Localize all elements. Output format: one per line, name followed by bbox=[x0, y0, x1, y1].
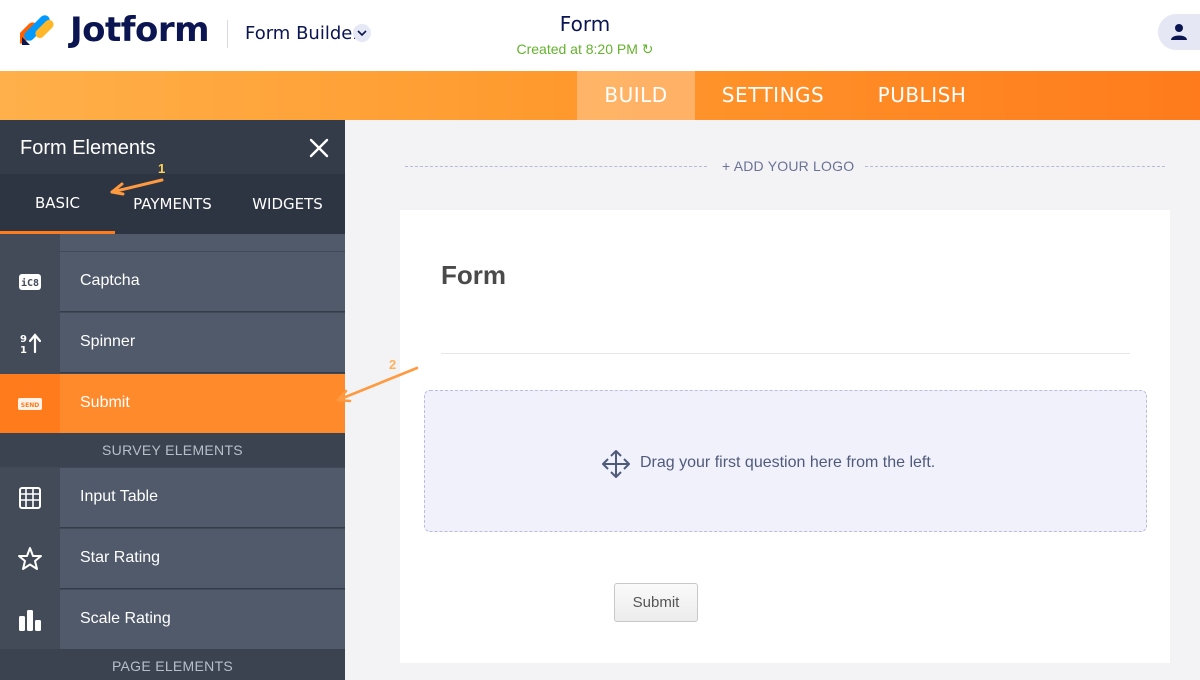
tab-publish[interactable]: PUBLISH bbox=[866, 71, 978, 120]
tab-basic[interactable]: BASIC bbox=[0, 174, 115, 234]
tab-settings[interactable]: SETTINGS bbox=[712, 71, 834, 120]
builder-nav: BUILD SETTINGS PUBLISH bbox=[0, 71, 1200, 120]
form-heading[interactable]: Form bbox=[441, 260, 506, 291]
panel-title: Form Elements bbox=[20, 137, 156, 159]
element-label: Submit bbox=[80, 394, 130, 411]
add-logo-button[interactable]: + ADD YOUR LOGO bbox=[722, 158, 854, 174]
form-elements-panel: Form Elements BASIC PAYMENTS WIDGETS iC8… bbox=[0, 120, 345, 680]
element-star-rating[interactable]: Star Rating bbox=[0, 528, 345, 589]
close-icon[interactable] bbox=[308, 137, 330, 159]
table-icon bbox=[19, 487, 41, 509]
annotation-number-1: 1 bbox=[158, 161, 166, 176]
form-title[interactable]: Form bbox=[0, 12, 1185, 36]
list-item-partial bbox=[0, 234, 345, 251]
annotation-number-2: 2 bbox=[389, 357, 397, 372]
element-label: Scale Rating bbox=[80, 610, 171, 627]
bar-chart-icon bbox=[19, 610, 41, 631]
tab-widgets[interactable]: WIDGETS bbox=[230, 174, 345, 234]
dropzone-text: Drag your first question here from the l… bbox=[640, 454, 936, 471]
heading-divider bbox=[441, 353, 1130, 354]
star-icon bbox=[18, 547, 42, 570]
element-label: Spinner bbox=[80, 333, 136, 350]
svg-text:9: 9 bbox=[20, 334, 27, 345]
user-avatar[interactable] bbox=[1158, 14, 1200, 50]
question-dropzone[interactable]: Drag your first question here from the l… bbox=[424, 390, 1147, 532]
element-label: Captcha bbox=[80, 272, 140, 289]
element-scale-rating[interactable]: Scale Rating bbox=[0, 589, 345, 650]
annotation-arrow-1 bbox=[110, 178, 164, 196]
user-icon bbox=[1171, 24, 1187, 40]
refresh-icon: ↻ bbox=[641, 41, 654, 57]
created-text: Created at 8:20 PM bbox=[516, 41, 638, 57]
svg-text:SEND: SEND bbox=[21, 402, 39, 409]
form-canvas: + ADD YOUR LOGO Form Drag your first que… bbox=[345, 120, 1200, 680]
move-icon bbox=[602, 450, 630, 478]
annotation-arrow-2 bbox=[336, 366, 419, 403]
element-label: Star Rating bbox=[80, 549, 161, 566]
form-card: Form Drag your first question here from … bbox=[400, 210, 1170, 663]
panel-header: Form Elements bbox=[0, 120, 345, 174]
element-label: Input Table bbox=[80, 488, 158, 505]
element-spinner[interactable]: 9 1 Spinner bbox=[0, 312, 345, 373]
section-survey-elements: SURVEY ELEMENTS bbox=[0, 433, 345, 467]
logo-divider-right bbox=[865, 166, 1165, 167]
svg-text:1: 1 bbox=[20, 345, 27, 356]
element-tabs: BASIC PAYMENTS WIDGETS bbox=[0, 174, 345, 234]
element-submit[interactable]: SEND Submit bbox=[0, 373, 345, 434]
spinner-icon: 9 1 bbox=[20, 333, 42, 356]
svg-text:iC8: iC8 bbox=[21, 277, 39, 289]
send-icon: SEND bbox=[18, 398, 42, 410]
submit-button[interactable]: Submit bbox=[614, 583, 698, 622]
section-page-elements: PAGE ELEMENTS bbox=[0, 649, 345, 680]
element-captcha[interactable]: iC8 Captcha bbox=[0, 251, 345, 312]
created-timestamp: Created at 8:20 PM ↻ bbox=[0, 41, 1185, 58]
captcha-icon: iC8 bbox=[19, 274, 41, 290]
top-header: Jotform Form Builder Form Created at 8:2… bbox=[0, 0, 1200, 71]
element-input-table[interactable]: Input Table bbox=[0, 467, 345, 528]
logo-divider-left bbox=[405, 166, 707, 167]
tab-build[interactable]: BUILD bbox=[577, 71, 695, 120]
